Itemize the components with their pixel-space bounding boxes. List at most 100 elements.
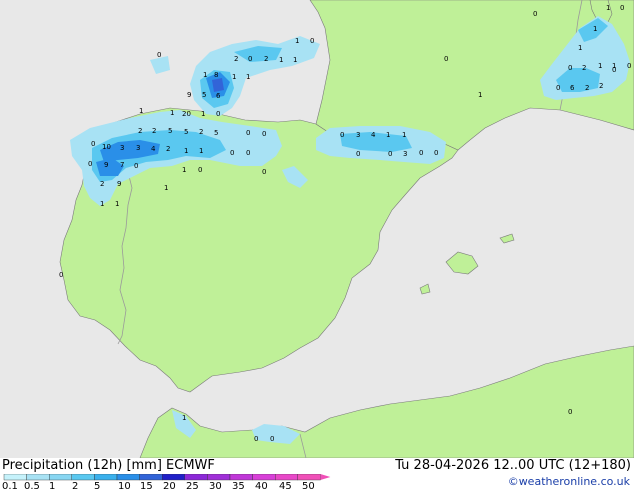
precip-value: 0 (388, 150, 392, 158)
precip-value: 1 (203, 71, 207, 79)
precip-value: 1 (606, 4, 610, 12)
scale-label: 40 (255, 481, 268, 490)
scale-label: 50 (302, 481, 315, 490)
precip-value: 0 (248, 55, 252, 63)
precip-value: 0 (434, 149, 438, 157)
precip-value: 1 (478, 91, 482, 99)
scale-label: 45 (279, 481, 292, 490)
precip-value: 2 (100, 180, 104, 188)
scale-label: 1 (49, 481, 55, 490)
precip-value: 2 (264, 55, 268, 63)
scale-swatch (252, 474, 276, 481)
precip-value: 1 (598, 62, 602, 70)
scale-swatch (139, 474, 163, 481)
precip-value: 2 (599, 82, 603, 90)
scale-label: 25 (186, 481, 199, 490)
precip-value: 1 (170, 109, 174, 117)
precip-value: 6 (570, 84, 575, 92)
precip-value: 0 (91, 140, 95, 148)
precip-value: 0 (216, 110, 220, 118)
precip-value: 1 (402, 131, 406, 139)
scale-swatch (207, 474, 231, 481)
precip-value: 9 (117, 180, 121, 188)
precip-value: 0 (230, 149, 234, 157)
precip-value: 0 (198, 166, 202, 174)
precip-value: 5 (184, 128, 188, 136)
scale-arrow (320, 474, 331, 480)
precip-value: 2 (582, 64, 586, 72)
precip-value: 1 (246, 73, 250, 81)
precip-value: 0 (568, 64, 572, 72)
precip-value: 0 (246, 149, 250, 157)
scale-label: 0.5 (24, 481, 40, 490)
scale-swatch (94, 474, 118, 481)
precip-value: 3 (356, 131, 360, 139)
precip-value: 0 (533, 10, 537, 18)
precip-value: 0 (262, 168, 266, 176)
precip-value: 4 (371, 131, 376, 139)
precip-value: 2 (152, 127, 156, 135)
precip-value: 8 (214, 71, 218, 79)
precip-value: 1 (593, 25, 597, 33)
scale-swatch (161, 474, 185, 481)
scale-swatch (297, 474, 321, 481)
scale-label: 10 (118, 481, 131, 490)
scale-swatch (49, 474, 73, 481)
precip-value: 1 (279, 56, 283, 64)
precip-value: 1 (184, 147, 188, 155)
precip-value: 5 (168, 127, 172, 135)
scale-label: 20 (163, 481, 176, 490)
precip-value: 1 (293, 56, 297, 64)
precip-value: 0 (134, 162, 138, 170)
precip-value: 0 (310, 37, 314, 45)
credit-link[interactable]: ©weatheronline.co.uk (508, 475, 630, 488)
precip-value: 1 (386, 131, 390, 139)
precip-value: 1 (232, 73, 236, 81)
scale-label: 15 (140, 481, 153, 490)
scale-label: 2 (72, 481, 78, 490)
precip-value: 1 (578, 44, 582, 52)
precip-value: 10 (102, 143, 111, 151)
scale-swatch (116, 474, 140, 481)
footer-bar: Precipitation (12h) [mm] ECMWF Tu 28-04-… (0, 458, 634, 490)
scale-swatch (26, 474, 50, 481)
precip-value: 9 (104, 161, 108, 169)
precip-value: 1 (201, 110, 205, 118)
precip-value: 0 (340, 131, 344, 139)
valid-datetime: Tu 28-04-2026 12..00 UTC (12+180) (395, 458, 631, 473)
precip-value: 0 (612, 66, 616, 74)
precip-value: 2 (234, 55, 238, 63)
precip-value: 1 (199, 147, 203, 155)
precip-value: 5 (202, 91, 206, 99)
precip-value: 1 (139, 107, 143, 115)
precip-value: 0 (620, 4, 624, 12)
precip-value: 1 (115, 200, 119, 208)
precip-value: 0 (262, 130, 266, 138)
scale-swatch (229, 474, 253, 481)
precip-value: 0 (356, 150, 360, 158)
precip-value: 3 (403, 150, 407, 158)
scale-swatch (184, 474, 208, 481)
precip-value: 1 (164, 184, 168, 192)
precip-value: 0 (556, 84, 560, 92)
precip-value: 2 (585, 84, 589, 92)
precip-value: 2 (199, 128, 203, 136)
precip-value: 0 (246, 129, 250, 137)
precip-value: 1 (100, 200, 104, 208)
scale-label: 0.1 (2, 481, 18, 490)
scale-label: 30 (209, 481, 222, 490)
precip-value: 0 (270, 435, 274, 443)
precip-value: 0 (254, 435, 258, 443)
precip-value: 1 (182, 414, 186, 422)
precip-value: 0 (568, 408, 572, 416)
scale-swatch (3, 474, 27, 481)
precip-value: 0 (627, 62, 631, 70)
precip-value: 2 (138, 127, 142, 135)
precip-value: 7 (120, 161, 124, 169)
precip-value: 5 (214, 129, 218, 137)
precip-color-scale: 0.1 0.5 1 2 5 10 15 20 25 30 35 40 45 50 (2, 474, 331, 490)
precip-value: 1 (295, 37, 299, 45)
precip-value: 3 (136, 144, 140, 152)
precip-value: 0 (157, 51, 161, 59)
precip-value: 4 (151, 145, 156, 153)
